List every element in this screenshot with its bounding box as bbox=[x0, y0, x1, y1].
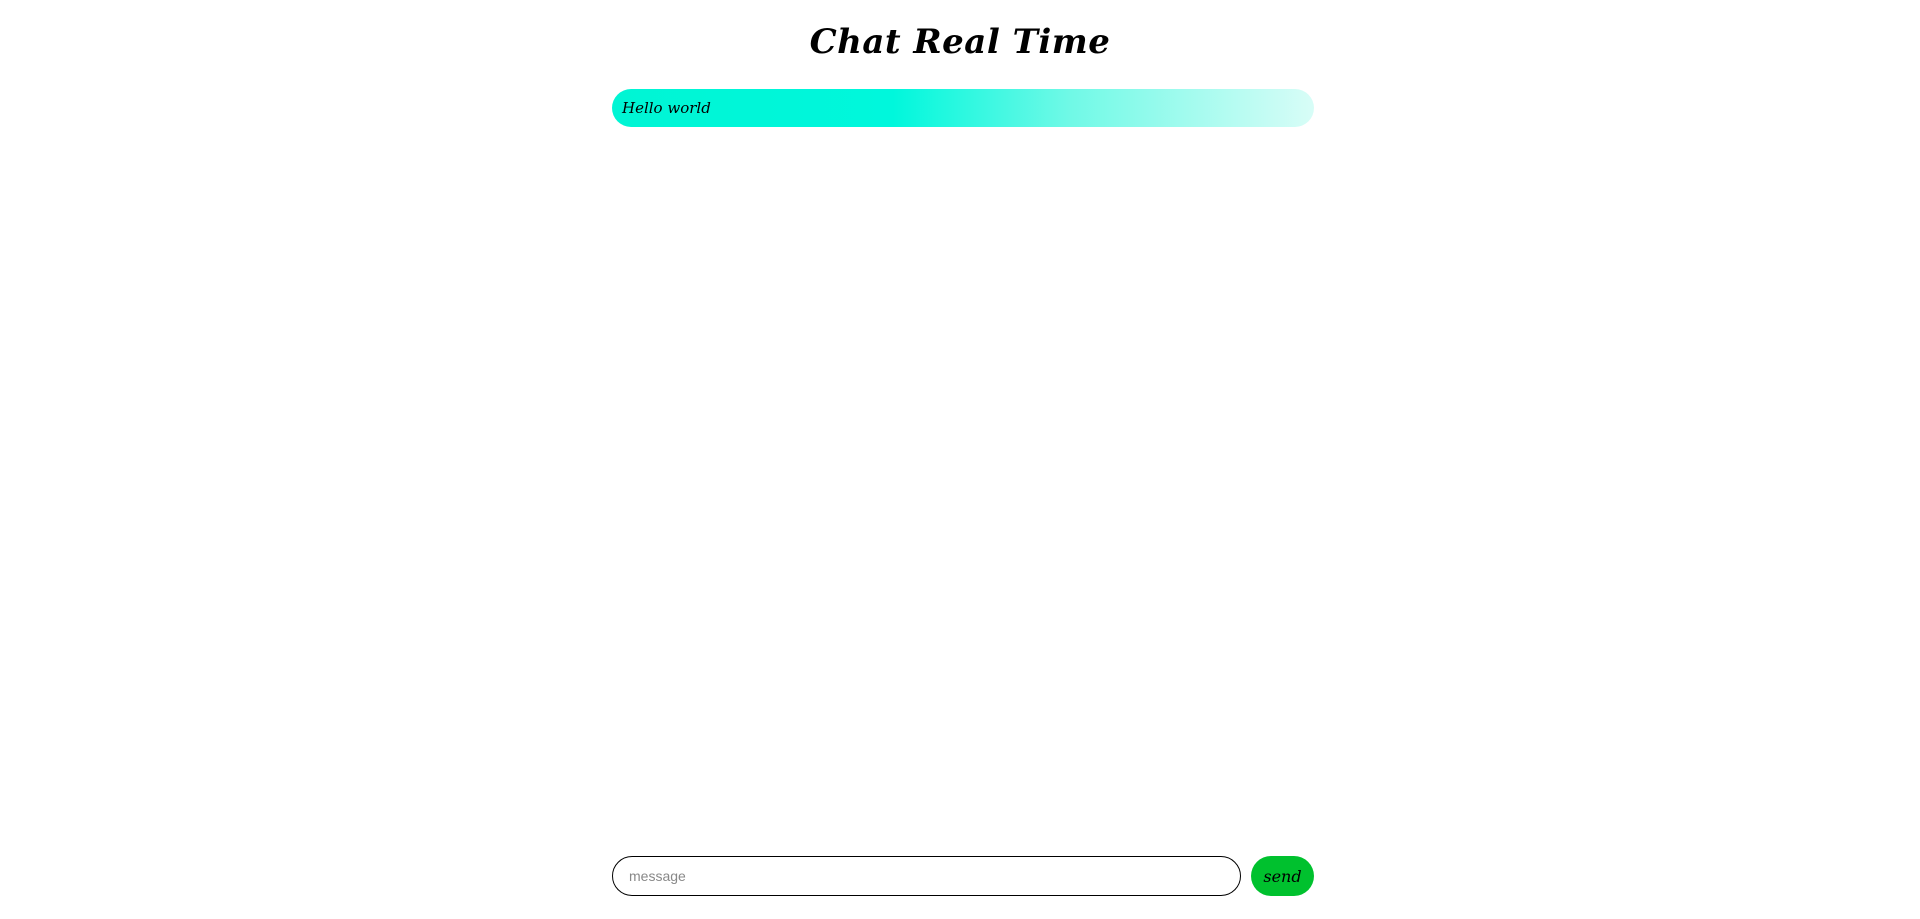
chat-page: Chat Real Time Hello world send bbox=[0, 0, 1920, 919]
page-title: Chat Real Time bbox=[809, 22, 1111, 62]
message-bubble: Hello world bbox=[612, 89, 1314, 127]
message-composer: send bbox=[612, 856, 1314, 896]
send-button[interactable]: send bbox=[1251, 856, 1314, 896]
message-list: Hello world bbox=[612, 89, 1314, 839]
message-text: Hello world bbox=[622, 99, 711, 117]
message-input[interactable] bbox=[612, 856, 1241, 896]
